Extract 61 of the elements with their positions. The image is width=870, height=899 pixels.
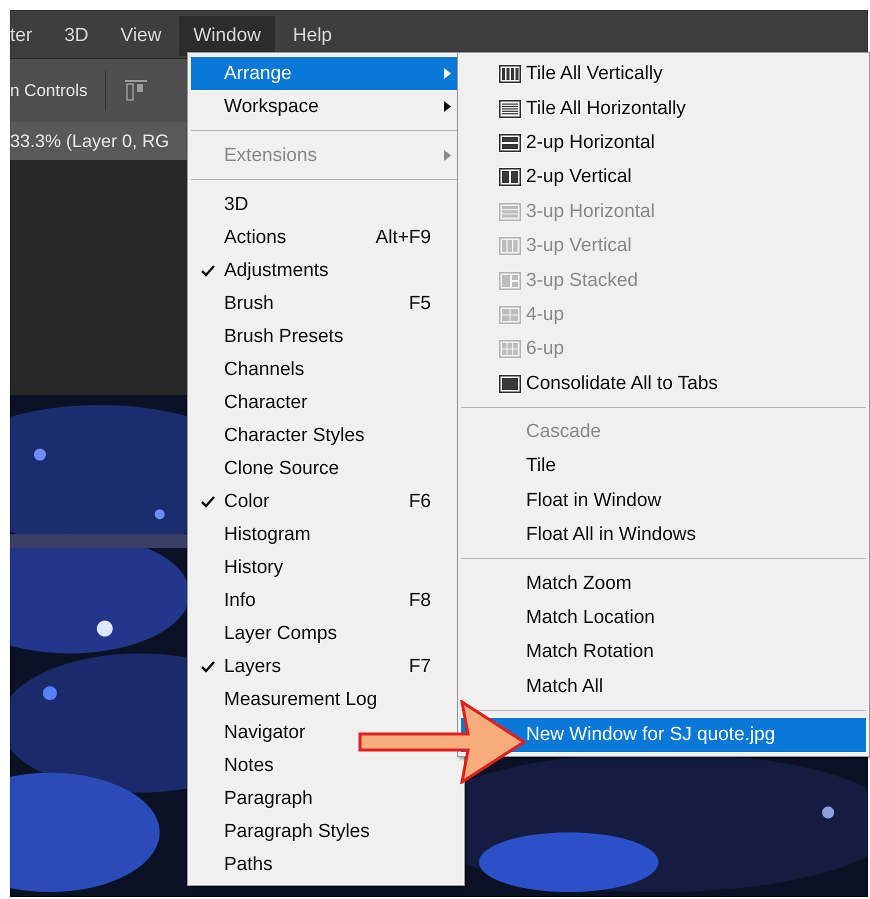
menu-bar-item[interactable]: Help xyxy=(278,16,346,56)
menu-item[interactable]: Float in Window xyxy=(526,490,662,512)
menu-item[interactable]: Brush Presets xyxy=(224,326,344,348)
menu-item[interactable]: Info xyxy=(224,590,256,612)
menu-item[interactable]: Histogram xyxy=(224,524,311,546)
menu-item[interactable]: Notes xyxy=(224,754,274,776)
three-rows-layout-icon xyxy=(499,202,521,221)
menu-item[interactable]: Measurement Log xyxy=(224,688,378,710)
menu-item[interactable]: 2-up Horizontal xyxy=(526,132,655,154)
grid-layout-icon xyxy=(499,306,521,324)
menu-item[interactable]: Arrange xyxy=(224,62,292,84)
menu-item[interactable]: Tile xyxy=(526,455,556,478)
menu-bar-item[interactable]: ter xyxy=(10,16,46,56)
menu-item[interactable]: Navigator xyxy=(224,722,306,744)
submenu-arrow-icon xyxy=(444,101,451,112)
rows-layout-icon xyxy=(499,100,521,118)
two-rows-layout-icon xyxy=(499,134,521,152)
submenu-arrow-icon xyxy=(444,150,451,161)
columns-layout-icon xyxy=(499,65,521,84)
shortcut-label: F8 xyxy=(408,590,431,612)
shortcut-label: Alt+F9 xyxy=(376,226,431,248)
menu-item[interactable]: Paragraph xyxy=(224,788,313,810)
submenu-arrow-icon xyxy=(444,68,451,79)
menu-item[interactable]: History xyxy=(224,556,284,578)
menu-item[interactable]: Character xyxy=(224,392,308,414)
menu-item[interactable]: Workspace xyxy=(224,96,319,118)
menu-item[interactable]: Adjustments xyxy=(224,260,329,282)
menu-item[interactable]: Layer Comps xyxy=(224,622,337,644)
menu-item[interactable]: Paragraph Styles xyxy=(224,820,370,842)
menu-item[interactable]: Float All in Windows xyxy=(526,524,696,546)
menu-item[interactable]: Layers xyxy=(224,656,282,678)
menu-bar-item[interactable]: Window xyxy=(179,16,275,56)
menu-item[interactable]: Consolidate All to Tabs xyxy=(526,372,718,395)
menu-item[interactable]: Match Location xyxy=(526,607,655,630)
shortcut-label: F7 xyxy=(408,656,431,678)
menu-item[interactable]: Brush xyxy=(224,292,274,314)
menu-item[interactable]: Actions xyxy=(224,226,286,248)
menu-item[interactable]: New Window for SJ quote.jpg xyxy=(526,724,776,746)
menu-item[interactable]: 3D xyxy=(224,194,248,216)
menu-bar-item[interactable]: View xyxy=(106,16,176,56)
stacked-layout-icon xyxy=(499,272,521,290)
shortcut-label: F6 xyxy=(408,490,431,512)
menu-item[interactable]: Match Zoom xyxy=(526,572,632,595)
menu-item[interactable]: Paths xyxy=(224,854,273,876)
menu-item[interactable]: 2-up Vertical xyxy=(526,166,632,188)
menu-item[interactable]: Tile All Horizontally xyxy=(526,98,686,120)
menu-item[interactable]: Match All xyxy=(526,676,604,698)
three-columns-layout-icon xyxy=(499,237,521,256)
menu-bar-item[interactable]: 3D xyxy=(50,16,102,56)
two-columns-layout-icon xyxy=(499,168,521,186)
menu-item[interactable]: Tile All Vertically xyxy=(526,63,663,86)
menu-item[interactable]: Clone Source xyxy=(224,458,340,480)
menu-item[interactable]: Character Styles xyxy=(224,424,364,446)
six-grid-layout-icon xyxy=(499,340,521,358)
menu-item[interactable]: Match Rotation xyxy=(526,641,654,664)
shortcut-label: F5 xyxy=(408,292,431,314)
document-tab[interactable]: 33.3% (Layer 0, RG xyxy=(10,122,190,160)
options-label: n Controls xyxy=(10,80,88,100)
single-window-icon xyxy=(499,374,521,393)
menu-item[interactable]: Color xyxy=(224,490,270,512)
menu-item[interactable]: Channels xyxy=(224,358,304,380)
